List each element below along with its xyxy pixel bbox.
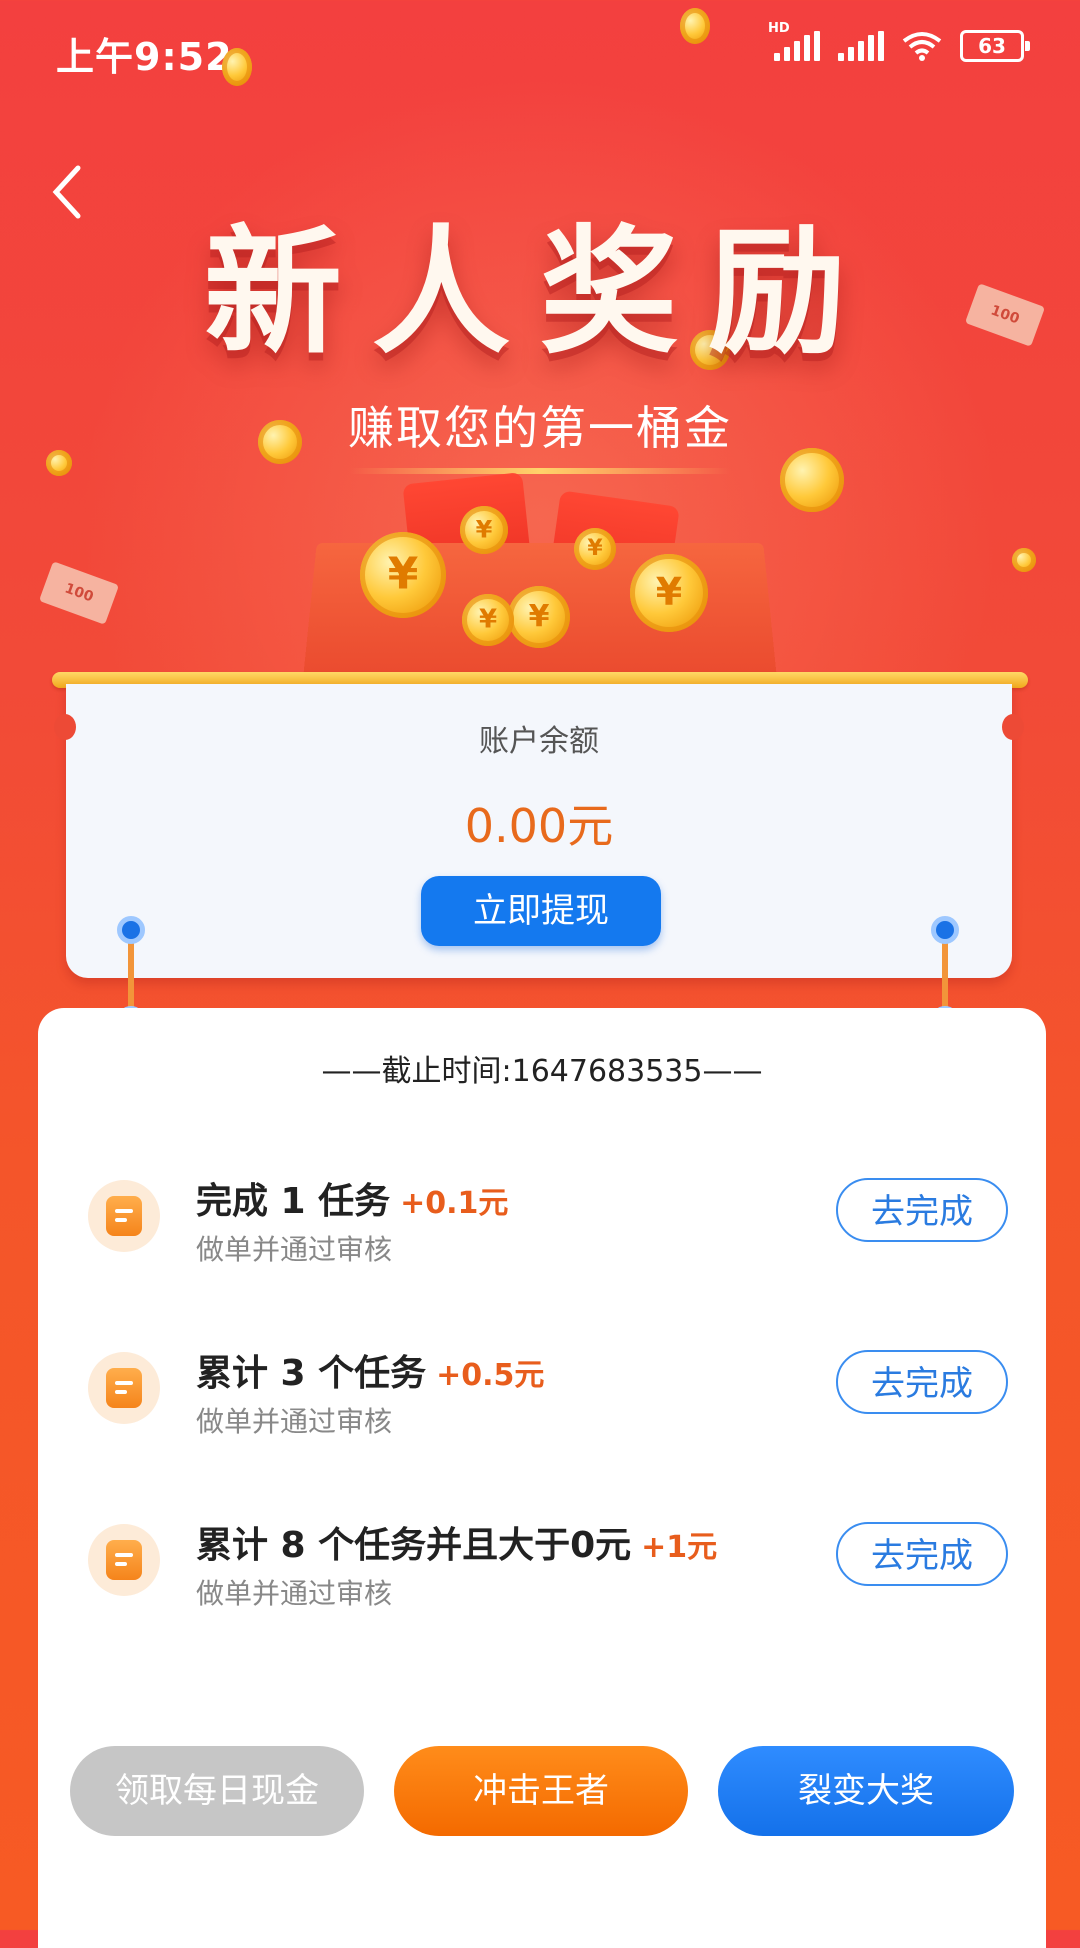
daily-cash-button[interactable]: 领取每日现金 — [70, 1746, 364, 1836]
task-desc: 做单并通过审核 — [196, 1400, 392, 1440]
fission-prize-button[interactable]: 裂变大奖 — [718, 1746, 1014, 1836]
task-reward: +0.5元 — [436, 1358, 544, 1393]
complete-task-button[interactable]: 去完成 — [836, 1522, 1008, 1586]
task-title: 累计 3 个任务 +0.5元 — [196, 1344, 544, 1396]
treasure-box-illustration: ¥ ¥ ¥ ¥ ¥ ¥ — [300, 470, 780, 670]
balance-label: 账户余额 — [66, 716, 1012, 760]
battery-icon: 63 — [960, 30, 1024, 62]
coin-decor — [1012, 548, 1036, 572]
task-icon — [88, 1180, 160, 1252]
task-reward: +0.1元 — [400, 1186, 508, 1221]
withdraw-button[interactable]: 立即提现 — [421, 876, 661, 946]
task-title: 累计 8 个任务并且大于0元 +1元 — [196, 1516, 717, 1568]
task-icon — [88, 1352, 160, 1424]
coin-icon: ¥ — [574, 528, 616, 570]
task-row: 累计 8 个任务并且大于0元 +1元 做单并通过审核 去完成 — [38, 1502, 1046, 1622]
coin-icon: ¥ — [462, 594, 514, 646]
coin-icon: ¥ — [508, 586, 570, 648]
complete-task-button[interactable]: 去完成 — [836, 1178, 1008, 1242]
page-title: 新人奖励 — [0, 180, 1080, 380]
connector-pin — [117, 916, 145, 944]
connector-pin — [931, 916, 959, 944]
status-bar: 上午9:52 HD 63 — [0, 0, 1080, 100]
task-desc: 做单并通过审核 — [196, 1572, 392, 1612]
subtitle-text: 赚取您的第一桶金 — [348, 401, 732, 455]
coin-icon: ¥ — [630, 554, 708, 632]
coin-icon: ¥ — [360, 532, 446, 618]
status-time: 上午9:52 — [56, 26, 233, 81]
coin-decor — [680, 8, 710, 44]
coin-icon: ¥ — [460, 506, 508, 554]
signal-icon — [838, 31, 884, 61]
status-icons: HD 63 — [774, 30, 1024, 62]
hd-label: HD — [768, 21, 790, 36]
coin-decor — [222, 48, 252, 86]
task-reward: +1元 — [641, 1530, 717, 1565]
wifi-icon — [902, 31, 942, 61]
task-row: 累计 3 个任务 +0.5元 做单并通过审核 去完成 — [38, 1330, 1046, 1450]
task-row: 完成 1 任务 +0.1元 做单并通过审核 去完成 — [38, 1158, 1046, 1278]
balance-value: 0.00元 — [66, 790, 1012, 856]
signal-hd-icon: HD — [774, 31, 820, 61]
task-icon — [88, 1524, 160, 1596]
task-desc: 做单并通过审核 — [196, 1228, 392, 1268]
complete-task-button[interactable]: 去完成 — [836, 1350, 1008, 1414]
page-subtitle: 赚取您的第一桶金 — [0, 392, 1080, 474]
balance-card: 账户余额 0.00元 立即提现 — [66, 684, 1012, 978]
deadline-text: ——截止时间:1647683535—— — [38, 1046, 1046, 1090]
king-challenge-button[interactable]: 冲击王者 — [394, 1746, 688, 1836]
task-title: 完成 1 任务 +0.1元 — [196, 1172, 508, 1224]
